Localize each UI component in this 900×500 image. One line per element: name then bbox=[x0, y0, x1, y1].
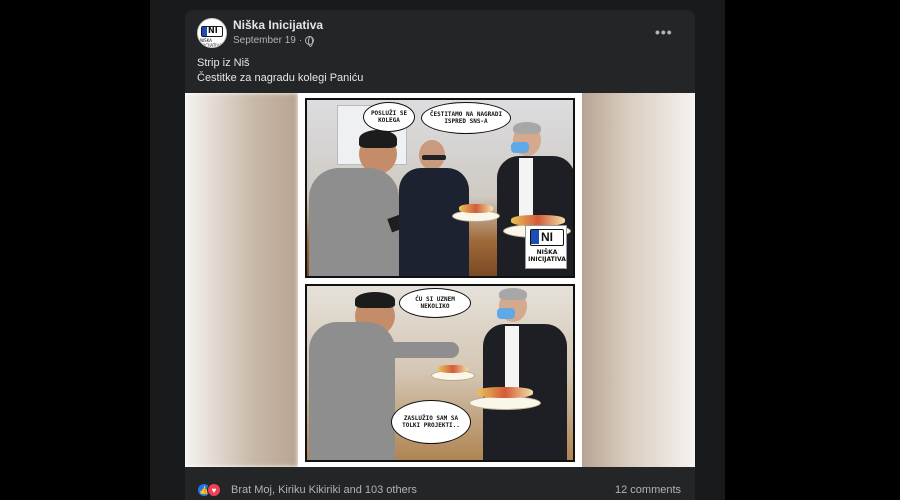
food bbox=[459, 204, 493, 213]
man-hair bbox=[499, 288, 527, 300]
man-sweater bbox=[309, 168, 399, 276]
face-mask bbox=[497, 308, 515, 319]
avatar-subtext: NIŠKA INICIJATIVA bbox=[200, 38, 222, 48]
globe-icon[interactable] bbox=[305, 36, 315, 47]
post-image[interactable]: POSLUŽI SE KOLEGA ČESTITAMO NA NAGRADI I… bbox=[185, 93, 695, 467]
face-mask bbox=[511, 142, 529, 153]
more-options-icon[interactable]: ••• bbox=[655, 24, 673, 40]
license-plate-icon: NI bbox=[530, 229, 564, 246]
page-avatar[interactable]: NI NIŠKA INICIJATIVA bbox=[197, 18, 227, 48]
man-hair bbox=[359, 130, 397, 148]
comic-image: POSLUŽI SE KOLEGA ČESTITAMO NA NAGRADI I… bbox=[298, 93, 582, 467]
reaction-icons[interactable]: 👍 ♥ bbox=[197, 483, 221, 497]
speech-bubble: POSLUŽI SE KOLEGA bbox=[363, 102, 415, 132]
post-footer: 👍 ♥ Brat Moj, Kiriku Kikiriki and 103 ot… bbox=[185, 467, 695, 500]
avatar-text: NI bbox=[208, 26, 218, 35]
man-hair bbox=[355, 292, 395, 308]
love-icon: ♥ bbox=[207, 483, 221, 497]
comic-panel-2: ĆU SI UZNEM NEKOLIKO ZASLUŽIO SAM SA TOL… bbox=[305, 284, 575, 462]
feed-post: NI NIŠKA INICIJATIVA Niška Inicijativa S… bbox=[185, 10, 695, 500]
avatar-plate-icon: NI bbox=[201, 26, 223, 37]
man-jacket bbox=[399, 168, 469, 276]
image-blur-right bbox=[582, 93, 695, 467]
man-hair bbox=[513, 122, 541, 134]
food-plate bbox=[469, 396, 541, 410]
post-caption: Strip iz Niš Čestitke za nagradu kolegi … bbox=[197, 56, 363, 86]
man-sweater bbox=[309, 322, 395, 460]
meta-separator: · bbox=[298, 35, 303, 46]
page-background-left bbox=[0, 0, 150, 500]
caption-line-2: Čestitke za nagradu kolegi Paniću bbox=[197, 72, 364, 84]
speech-bubble: ĆU SI UZNEM NEKOLIKO bbox=[399, 288, 471, 318]
arm bbox=[387, 342, 459, 358]
speech-bubble: ZASLUŽIO SAM SA TOLKI PROJEKTI.. bbox=[391, 400, 471, 444]
logo-name-text: NIŠKA INICIJATIVA bbox=[528, 249, 566, 263]
glasses bbox=[422, 155, 446, 160]
speech-bubble: ČESTITAMO NA NAGRADI ISPRED SNS-A bbox=[421, 102, 511, 134]
food bbox=[477, 387, 533, 398]
shirt bbox=[505, 326, 519, 396]
niska-inicijativa-logo: NI NIŠKA INICIJATIVA bbox=[525, 225, 567, 269]
logo-ni-text: NI bbox=[541, 230, 553, 244]
reaction-summary[interactable]: Brat Moj, Kiriku Kikiriki and 103 others bbox=[231, 484, 417, 496]
caption-line-1: Strip iz Niš bbox=[197, 57, 250, 69]
page-name-link[interactable]: Niška Inicijativa bbox=[233, 18, 323, 32]
comments-count-link[interactable]: 12 comments bbox=[615, 484, 681, 496]
food bbox=[438, 365, 468, 373]
post-meta: September 19 · bbox=[233, 35, 315, 47]
page-background-right bbox=[725, 0, 900, 500]
image-blur-left bbox=[185, 93, 298, 467]
post-date-link[interactable]: September 19 bbox=[233, 35, 296, 46]
